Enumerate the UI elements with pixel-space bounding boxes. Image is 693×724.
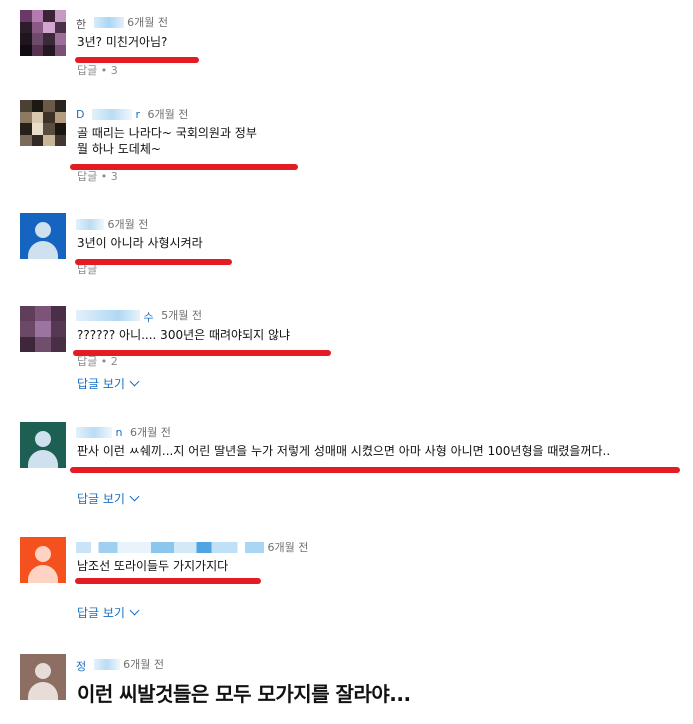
comment-actions[interactable]: 답글 • 3: [77, 62, 118, 78]
author-name[interactable]: D: [76, 108, 84, 121]
view-replies-label: 답글 보기: [77, 492, 125, 506]
redacted-name: [93, 658, 120, 670]
highlight-mark: [75, 578, 261, 584]
highlight-mark: [73, 350, 331, 356]
comment-time[interactable]: 6개월 전: [130, 426, 171, 439]
highlight-mark: [75, 259, 232, 265]
comment-text: 3년이 아니라 사형시켜라: [77, 236, 203, 250]
highlight-mark: [75, 57, 199, 63]
redacted-name: [76, 309, 140, 321]
redacted-name: [76, 218, 104, 230]
chevron-down-icon: [129, 376, 140, 387]
avatar[interactable]: [20, 213, 66, 259]
avatar[interactable]: [20, 537, 66, 583]
avatar[interactable]: [20, 422, 66, 468]
view-replies-link[interactable]: 답글 보기: [77, 490, 140, 507]
redacted-name: [76, 541, 264, 553]
chevron-down-icon: [129, 491, 140, 502]
comment-time[interactable]: 6개월 전: [123, 658, 164, 671]
comment-text: 남조선 또라이들두 가지가지다: [77, 559, 229, 573]
highlight-mark: [70, 164, 298, 170]
comment-text: 3년? 미친거아님?: [77, 35, 168, 49]
comment-time[interactable]: 6개월 전: [268, 541, 309, 554]
view-replies-label: 답글 보기: [77, 606, 125, 620]
author-name[interactable]: 한: [76, 16, 86, 31]
comment-time[interactable]: 5개월 전: [161, 309, 202, 322]
avatar[interactable]: [20, 306, 66, 352]
author-name[interactable]: 정: [76, 658, 86, 673]
highlight-mark: [70, 467, 680, 473]
comment-time[interactable]: 6개월 전: [108, 218, 149, 231]
comment-actions[interactable]: 답글 • 3: [77, 168, 118, 184]
author-name[interactable]: n: [116, 426, 123, 439]
view-replies-link[interactable]: 답글 보기: [77, 604, 140, 621]
avatar[interactable]: [20, 10, 66, 56]
redacted-name: [91, 108, 132, 120]
author-name[interactable]: 수: [144, 309, 154, 324]
avatar[interactable]: [20, 100, 66, 146]
comment-text-line: 뭘 하나 도데체~: [77, 142, 161, 156]
redacted-name: [93, 16, 124, 28]
comment-text: ?????? 아니.... 300년은 때려야되지 않냐: [77, 328, 291, 342]
chevron-down-icon: [129, 605, 140, 616]
view-replies-link[interactable]: 답글 보기: [77, 375, 140, 392]
avatar[interactable]: [20, 654, 66, 700]
view-replies-label: 답글 보기: [77, 377, 125, 391]
author-name-suffix: r: [135, 108, 141, 121]
redacted-name: [76, 426, 112, 438]
comment-time[interactable]: 6개월 전: [127, 16, 168, 29]
comment-text: 판사 이런 ㅆ쉐끼...지 어린 딸년을 누가 저렇게 성매매 시켰으면 아마 …: [77, 444, 611, 458]
comment-text-line: 골 때리는 나라다~ 국회의원과 정부: [77, 126, 257, 140]
comment-time[interactable]: 6개월 전: [148, 108, 189, 121]
comment-text: 이런 씨발것들은 모두 모가지를 잘라야...: [77, 682, 411, 706]
